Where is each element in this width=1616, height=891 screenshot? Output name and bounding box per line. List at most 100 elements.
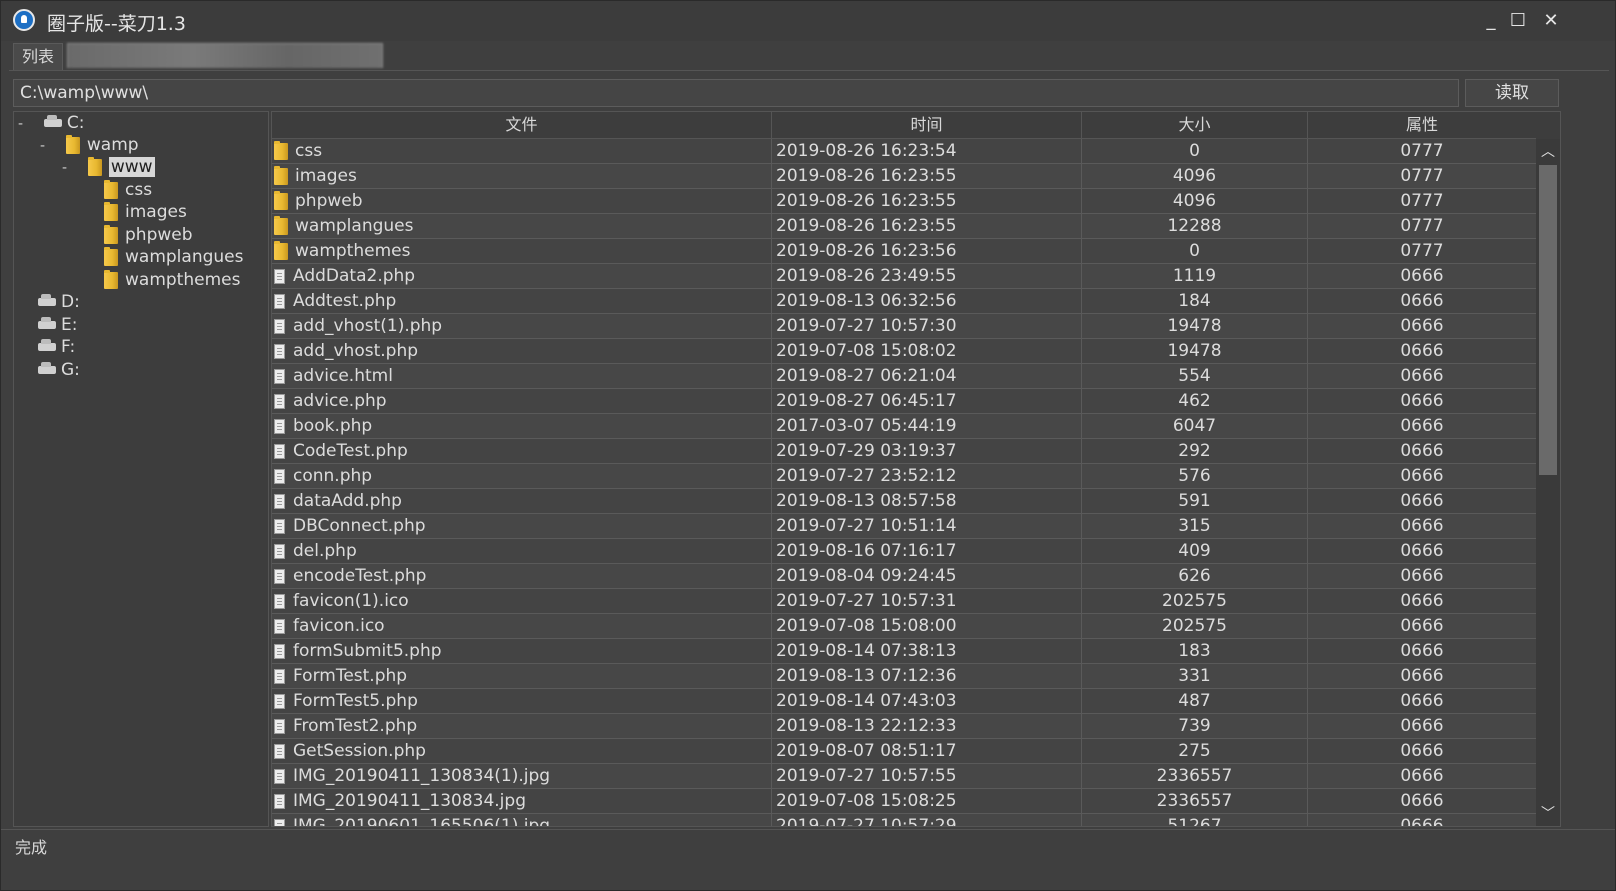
tree-node-css[interactable]: css: [104, 179, 152, 201]
cell-time: 2019-08-26 16:23:55: [772, 164, 1082, 188]
column-header-name[interactable]: 文件: [272, 112, 772, 138]
cell-size: 1119: [1082, 264, 1308, 288]
cell-time: 2017-03-07 05:44:19: [772, 414, 1082, 438]
tree-label: wampthemes: [125, 270, 241, 290]
title-bar[interactable]: 圈子版--菜刀1.3 _ ☐ ✕: [1, 1, 1615, 41]
table-row[interactable]: favicon(1).ico 2019-07-27 10:57:31 202575 0…: [272, 589, 1536, 614]
cell-time: 2019-08-27 06:45:17: [772, 389, 1082, 413]
cell-time: 2019-07-08 15:08:25: [772, 789, 1082, 813]
table-row[interactable]: FormTest.php 2019-08-13 07:12:36 331 0666: [272, 664, 1536, 689]
cell-attr: 0777: [1400, 141, 1444, 161]
tree-node-wampthemes[interactable]: wampthemes: [104, 269, 240, 291]
collapse-toggle[interactable]: -: [62, 160, 67, 176]
scroll-down-button[interactable]: ﹀: [1536, 803, 1560, 825]
tree-node-d-drive[interactable]: D:: [38, 291, 80, 313]
tree-node-c-drive[interactable]: - C:: [18, 112, 84, 134]
tree-label: C:: [66, 113, 85, 133]
cell-time: 2019-07-27 23:52:12: [772, 464, 1082, 488]
table-row[interactable]: encodeTest.php 2019-08-04 09:24:45 626 0666: [272, 564, 1536, 589]
file-icon: [274, 268, 285, 284]
tree-node-www[interactable]: - www: [62, 156, 155, 178]
table-row[interactable]: GetSession.php 2019-08-07 08:51:17 275 0666: [272, 739, 1536, 764]
file-name: FormTest.php: [293, 666, 408, 686]
file-name: add_vhost.php: [293, 341, 419, 361]
table-row[interactable]: advice.html 2019-08-27 06:21:04 554 0666: [272, 364, 1536, 389]
table-row[interactable]: add_vhost.php 2019-07-08 15:08:02 19478 066…: [272, 339, 1536, 364]
table-row[interactable]: IMG_20190601_165506(1).jpg 2019-07-27 10:…: [272, 814, 1536, 827]
table-row[interactable]: favicon.ico 2019-07-08 15:08:00 202575 0666: [272, 614, 1536, 639]
table-row[interactable]: FromTest2.php 2019-08-13 22:12:33 739 0666: [272, 714, 1536, 739]
scroll-thumb[interactable]: [1539, 165, 1557, 475]
table-row[interactable]: DBConnect.php 2019-07-27 10:51:14 315 0666: [272, 514, 1536, 539]
column-header-attr[interactable]: 属性: [1308, 112, 1536, 138]
table-row[interactable]: FormTest5.php 2019-08-14 07:43:03 487 0666: [272, 689, 1536, 714]
cell-attr: 0777: [1400, 241, 1444, 261]
file-name: Addtest.php: [293, 291, 397, 311]
maximize-button[interactable]: ☐: [1506, 9, 1530, 33]
drive-icon: [38, 317, 56, 329]
table-row[interactable]: IMG_20190411_130834(1).jpg 2019-07-27 10:…: [272, 764, 1536, 789]
table-row[interactable]: images 2019-08-26 16:23:55 4096 0777: [272, 164, 1536, 189]
cell-time: 2019-07-27 10:51:14: [772, 514, 1082, 538]
table-row[interactable]: AddData2.php 2019-08-26 23:49:55 1119 0666: [272, 264, 1536, 289]
table-row[interactable]: wampthemes 2019-08-26 16:23:56 0 0777: [272, 239, 1536, 264]
tree-node-f-drive[interactable]: F:: [38, 336, 75, 358]
tree-node-e-drive[interactable]: E:: [38, 314, 77, 336]
folder-icon: [104, 179, 118, 199]
table-row[interactable]: phpweb 2019-08-26 16:23:55 4096 0777: [272, 189, 1536, 214]
table-row[interactable]: dataAdd.php 2019-08-13 08:57:58 591 0666: [272, 489, 1536, 514]
folder-icon: [274, 215, 288, 235]
collapse-toggle[interactable]: -: [40, 138, 45, 154]
table-row[interactable]: CodeTest.php 2019-07-29 03:19:37 292 0666: [272, 439, 1536, 464]
table-row[interactable]: advice.php 2019-08-27 06:45:17 462 0666: [272, 389, 1536, 414]
cell-size: 275: [1082, 739, 1308, 763]
table-row[interactable]: del.php 2019-08-16 07:16:17 409 0666: [272, 539, 1536, 564]
read-button[interactable]: 读取: [1465, 79, 1559, 107]
column-header-time[interactable]: 时间: [772, 112, 1082, 138]
file-icon: [274, 743, 285, 759]
cell-size: 12288: [1082, 214, 1308, 238]
file-name: advice.html: [293, 366, 393, 386]
file-name: IMG_20190601_165506(1).jpg: [293, 816, 551, 827]
scroll-up-button[interactable]: ︿: [1536, 141, 1560, 163]
path-input[interactable]: [13, 79, 1459, 107]
tree-label-selected: www: [108, 157, 155, 177]
table-row[interactable]: book.php 2017-03-07 05:44:19 6047 0666: [272, 414, 1536, 439]
tree-node-g-drive[interactable]: G:: [38, 359, 80, 381]
table-row[interactable]: formSubmit5.php 2019-08-14 07:38:13 183 066…: [272, 639, 1536, 664]
table-row[interactable]: css 2019-08-26 16:23:54 0 0777: [272, 139, 1536, 164]
table-row[interactable]: Addtest.php 2019-08-13 06:32:56 184 0666: [272, 289, 1536, 314]
tree-node-wamplangues[interactable]: wamplangues: [104, 246, 243, 268]
table-row[interactable]: add_vhost(1).php 2019-07-27 10:57:30 19478…: [272, 314, 1536, 339]
tree-label: E:: [61, 315, 78, 335]
column-header-size[interactable]: 大小: [1082, 112, 1308, 138]
tree-node-phpweb[interactable]: phpweb: [104, 224, 193, 246]
cell-size: 576: [1082, 464, 1308, 488]
file-icon: [274, 768, 285, 784]
table-row[interactable]: wamplangues 2019-08-26 16:23:55 12288 0777: [272, 214, 1536, 239]
cell-time: 2019-07-08 15:08:00: [772, 614, 1082, 638]
table-row[interactable]: IMG_20190411_130834.jpg 2019-07-08 15:08:…: [272, 789, 1536, 814]
cell-time: 2019-08-13 07:12:36: [772, 664, 1082, 688]
cell-time: 2019-07-27 10:57:55: [772, 764, 1082, 788]
tree-node-images[interactable]: images: [104, 201, 187, 223]
cell-name: images: [272, 164, 772, 188]
file-icon: [274, 718, 285, 734]
tree-node-wamp[interactable]: - wamp: [40, 134, 139, 156]
tab-list[interactable]: 列表: [13, 43, 64, 70]
minimize-button[interactable]: _: [1479, 9, 1503, 33]
tab-redacted[interactable]: [67, 43, 383, 68]
table-row[interactable]: conn.php 2019-07-27 23:52:12 576 0666: [272, 464, 1536, 489]
cell-size: 554: [1082, 364, 1308, 388]
cell-name: IMG_20190411_130834.jpg: [272, 789, 772, 813]
cell-time: 2019-08-13 06:32:56: [772, 289, 1082, 313]
file-icon: [274, 568, 285, 584]
table-header: 文件 时间 大小 属性: [272, 112, 1536, 139]
close-button[interactable]: ✕: [1539, 9, 1563, 33]
collapse-toggle[interactable]: -: [18, 116, 23, 132]
file-name: wamplangues: [295, 216, 414, 236]
file-name: formSubmit5.php: [293, 641, 442, 661]
file-icon: [274, 818, 285, 826]
vertical-scrollbar[interactable]: ︿ ﹀: [1536, 139, 1560, 826]
cell-size: 202575: [1082, 614, 1308, 638]
